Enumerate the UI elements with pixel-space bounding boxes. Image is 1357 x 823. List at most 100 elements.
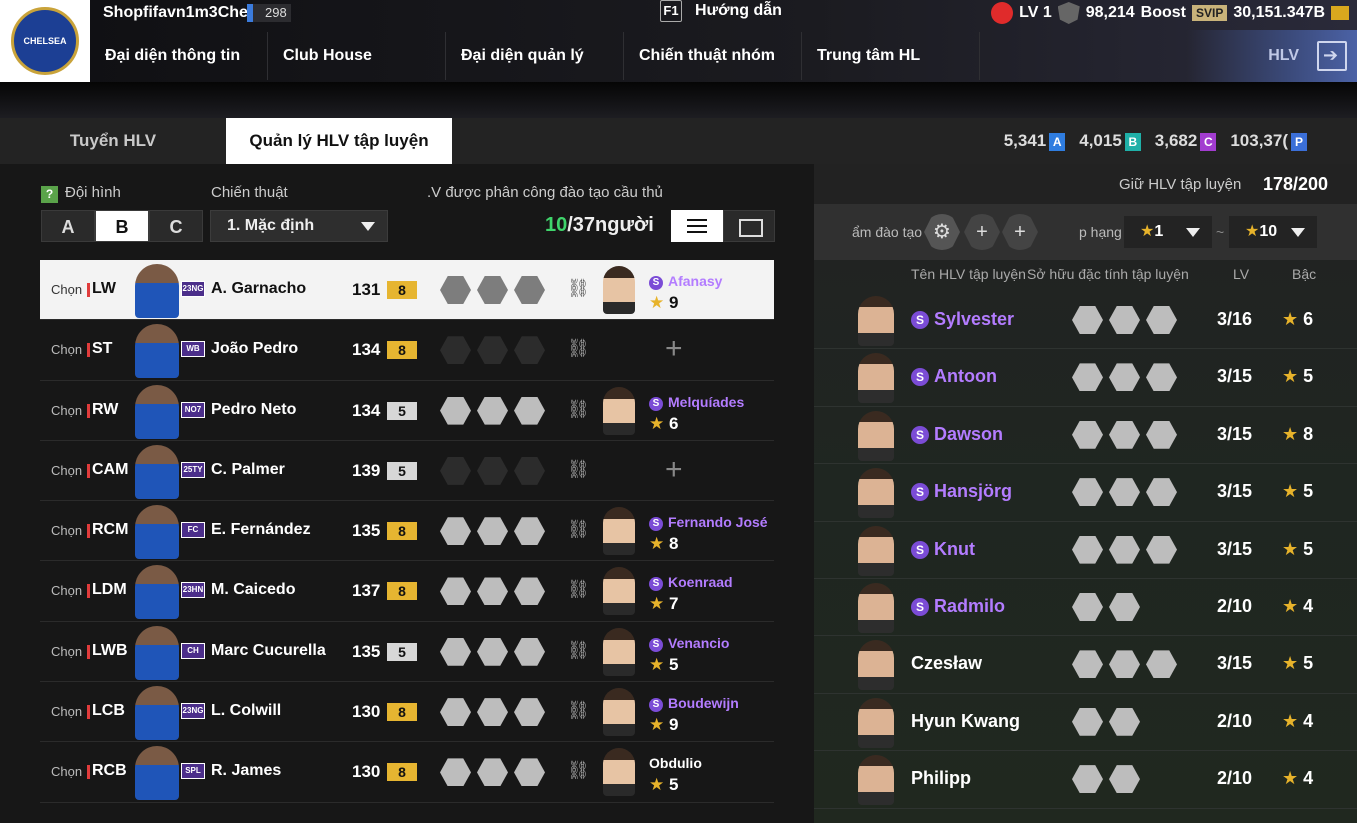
player-row[interactable]: Chọn RCB SPL R. James 130 8 ⛓ Obdulio ★ 5 [40,742,774,803]
star-icon: ★ [649,293,669,312]
hlv-exit-button[interactable]: HLV [1187,30,1357,82]
pitch-view-button[interactable] [723,210,775,242]
add-filter-button[interactable]: + [964,214,1000,250]
coach-name: S Hansjörg [911,481,1012,502]
position-marker [87,524,90,539]
coach-name[interactable]: S Afanasy [649,273,722,290]
link-icon[interactable]: ⛓ [567,579,590,600]
select-label[interactable]: Chọn [51,523,82,538]
coach-row[interactable]: S Antoon 3/15 ★ 5 [814,349,1357,407]
coach-name[interactable]: S Boudewijn [649,695,739,713]
link-icon[interactable]: ⛓ [567,760,590,781]
training-trait-icon [1146,420,1177,449]
select-label[interactable]: Chọn [51,704,82,719]
coach-row[interactable]: S Dawson 3/15 ★ 8 [814,407,1357,465]
link-icon[interactable]: ⛓ [567,640,590,661]
select-label[interactable]: Chọn [51,342,82,357]
rank-from-select[interactable]: ★1 [1124,216,1212,248]
link-icon[interactable]: ⛓ [567,700,590,721]
nav-group-tactics[interactable]: Chiến thuật nhóm [624,32,802,80]
coach-name[interactable]: S Venancio [649,635,729,652]
select-label[interactable]: Chọn [51,403,82,418]
shield-value: 98,214 [1085,4,1135,21]
coach-rank: ★ 8 [1282,424,1313,445]
coin-value: 30,151.347B [1233,4,1325,21]
season-card-badge: WB [181,341,205,358]
guide-link[interactable]: Hướng dẫn [695,0,782,22]
player-row[interactable]: Chọn LW 23NG A. Garnacho 131 8 ⛓ S Afanasy ★ 9 [40,260,774,321]
coach-level: 3/16 [1217,309,1253,329]
coach-name[interactable]: Obdulio [649,755,702,771]
add-filter-button-2[interactable]: + [1002,214,1038,250]
player-row[interactable]: Chọn RCM FC E. Fernández 135 8 ⛓ S Fernando José… [40,501,774,562]
nav-club-house[interactable]: Club House [268,32,446,80]
select-label[interactable]: Chọn [51,282,82,297]
trait-slots [440,276,545,304]
coach-row[interactable]: S Hansjörg 3/15 ★ 5 [814,464,1357,522]
player-row[interactable]: Chọn LWB CH Marc Cucurella 135 5 ⛓ S Venancio ★ 5 [40,621,774,683]
assigned-count: 10/37người [545,214,654,237]
star-icon: ★ [1282,423,1304,444]
link-icon[interactable]: ⛓ [567,459,590,480]
range-separator: ~ [1216,224,1225,240]
coach-row[interactable]: S Knut 3/15 ★ 5 [814,522,1357,579]
link-icon[interactable]: ⛓ [567,278,590,299]
coach-rank: ★ 5 [1282,481,1313,502]
coach-row[interactable]: S Radmilo 2/10 ★ 4 [814,579,1357,637]
player-name: E. Fernández [211,521,311,539]
player-ovr: 135 [352,641,381,661]
f1-key-icon[interactable]: F1 [660,0,682,22]
coach-rank: ★ 5 [649,655,678,675]
coach-name[interactable]: S Fernando José [649,514,768,532]
player-row[interactable]: Chọn ST WB João Pedro 134 8 ⛓ + [40,320,774,381]
trait-filter-icon[interactable]: ⚙ [924,214,960,250]
formation-a-button[interactable]: A [41,210,95,242]
coach-avatar [858,296,894,346]
player-row[interactable]: Chọn LCB 23NG L. Colwill 130 8 ⛓ S Boudewijn ★ 9 [40,682,774,743]
coach-row[interactable]: Czesław 3/15 ★ 5 [814,636,1357,694]
tab-manage-coach[interactable]: Quản lý HLV tập luyện [226,118,452,164]
coach-traits [1072,306,1177,334]
coach-name[interactable]: S Koenraad [649,574,733,592]
club-logo[interactable]: CHELSEA [0,0,90,82]
special-s-icon: S [911,368,929,387]
tab-recruit-coach[interactable]: Tuyển HLV [0,118,226,164]
hlv-label: HLV [1268,47,1299,64]
player-row[interactable]: Chọn CAM 25TY C. Palmer 139 5 ⛓ + [40,440,774,502]
link-icon[interactable]: ⛓ [567,519,590,540]
rank-to-select[interactable]: ★10 [1229,216,1317,248]
select-label[interactable]: Chọn [51,463,82,478]
tactic-select[interactable]: 1. Mặc định [210,210,388,242]
player-row[interactable]: Chọn RW NO7 Pedro Neto 134 5 ⛓ S Melquíades ★ 6 [40,380,774,441]
formation-buttons: A B C [41,210,203,242]
coach-traits [1072,478,1177,507]
add-coach-button[interactable]: + [665,453,683,487]
link-icon[interactable]: ⛓ [567,338,590,359]
select-label[interactable]: Chọn [51,644,82,659]
training-trait-icon [477,336,508,365]
coach-row[interactable]: Philipp 2/10 ★ 4 [814,751,1357,809]
player-panel: ? Đội hình Chiến thuật .V được phân công… [0,164,814,823]
nav-training-center[interactable]: Trung tâm HL [802,32,980,80]
coach-name-text: Hyun Kwang [911,710,1021,731]
coach-row[interactable]: Hyun Kwang 2/10 ★ 4 [814,694,1357,752]
formation-b-button[interactable]: B [95,210,149,242]
list-view-button[interactable] [671,210,723,242]
formation-c-button[interactable]: C [149,210,203,242]
coach-row[interactable]: S Sylvester 3/16 ★ 6 [814,292,1357,350]
coach-rank: ★ 5 [1282,366,1313,387]
coach-panel: Giữ HLV tập luyện 178/200 ẩm đào tạo ⚙ +… [814,164,1357,823]
link-icon[interactable]: ⛓ [567,399,590,420]
player-row[interactable]: Chọn LDM 23HN M. Caicedo 137 8 ⛓ S Koenraad ★ 7 [40,561,774,622]
coach-name[interactable]: S Melquíades [649,394,744,411]
coach-name-text: Czesław [911,653,983,674]
special-s-icon: S [911,597,929,616]
select-label[interactable]: Chọn [51,583,82,598]
add-coach-button[interactable]: + [665,332,683,366]
nav-team-management[interactable]: Đại diện quản lý đội [446,32,624,112]
trait-slots [440,336,545,365]
nav-team-info[interactable]: Đại diện thông tin đội [90,32,268,112]
training-trait-icon [514,517,545,546]
help-icon[interactable]: ? [41,186,58,203]
select-label[interactable]: Chọn [51,764,82,779]
